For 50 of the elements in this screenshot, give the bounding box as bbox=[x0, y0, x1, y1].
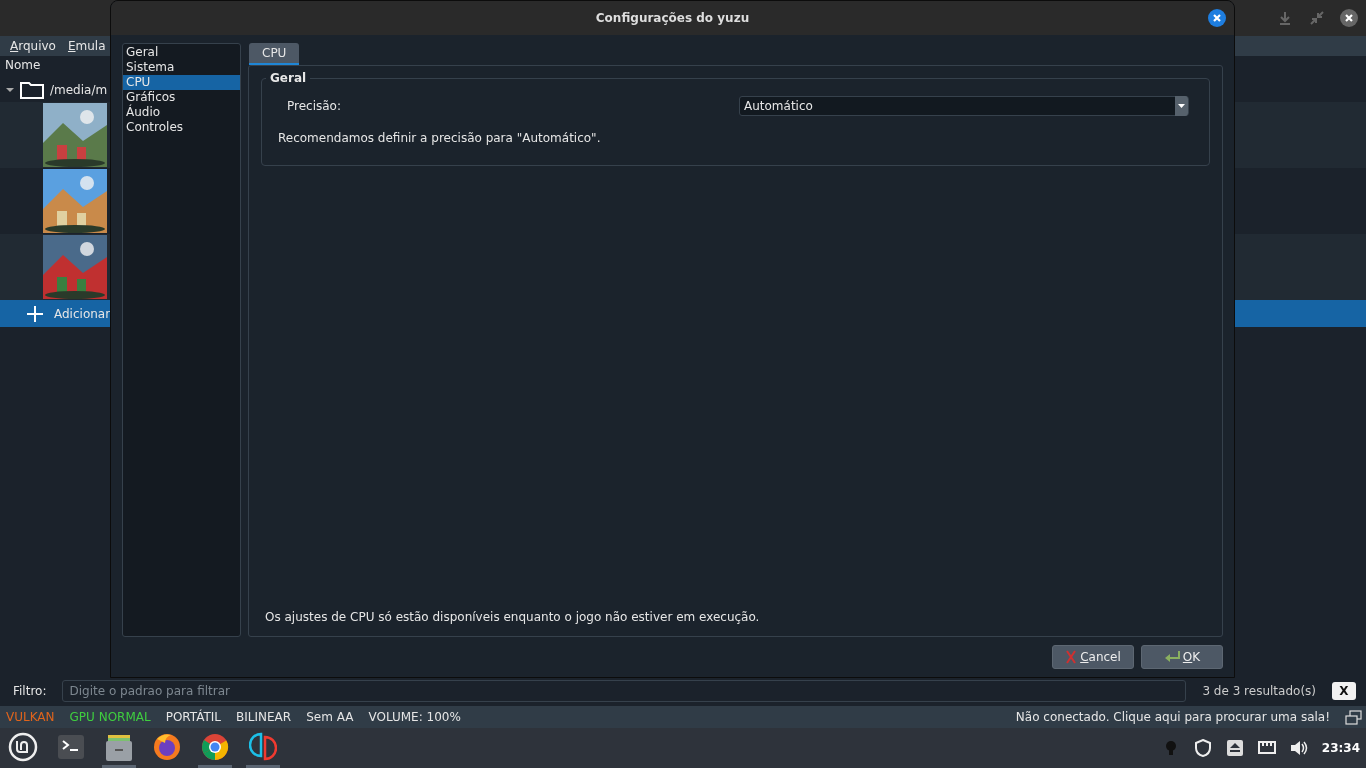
cross-icon bbox=[1065, 650, 1078, 664]
sidebar-item[interactable]: Áudio bbox=[123, 105, 240, 120]
status-item[interactable]: BILINEAR bbox=[236, 710, 292, 724]
terminal-icon[interactable] bbox=[57, 732, 85, 761]
split-circle-icon[interactable] bbox=[249, 731, 277, 762]
shrink-icon[interactable] bbox=[1308, 9, 1326, 27]
caret-icon[interactable] bbox=[6, 86, 14, 94]
browser-globe-icon[interactable] bbox=[153, 732, 181, 761]
cancel-button[interactable]: Cancel bbox=[1052, 645, 1134, 669]
filter-label: Filtro: bbox=[13, 684, 47, 698]
status-item[interactable]: PORTÁTIL bbox=[165, 710, 222, 724]
field-label: Precisão: bbox=[287, 99, 341, 113]
column-header[interactable]: Nome bbox=[5, 58, 41, 72]
precision-dropdown[interactable]: Automático bbox=[739, 96, 1189, 116]
sidebar-item[interactable]: Sistema bbox=[123, 60, 240, 75]
folder-icon bbox=[20, 81, 44, 99]
status-item[interactable]: GPU NORMAL bbox=[69, 710, 151, 724]
menu-item[interactable]: Emula bbox=[67, 39, 106, 53]
sidebar-item[interactable]: CPU bbox=[123, 75, 240, 90]
status-item[interactable]: VOLUME: 100% bbox=[368, 710, 461, 724]
group-title: Geral bbox=[266, 71, 311, 85]
volume-icon[interactable] bbox=[1289, 739, 1308, 757]
close-icon[interactable] bbox=[1340, 9, 1358, 27]
shield-icon[interactable] bbox=[1193, 739, 1212, 757]
sidebar-item[interactable]: Controles bbox=[123, 120, 240, 135]
ok-button[interactable]: OK bbox=[1141, 645, 1223, 669]
sidebar-item[interactable]: Geral bbox=[123, 45, 240, 60]
menu-item[interactable]: Arquivo bbox=[10, 39, 56, 53]
plus-icon bbox=[26, 304, 44, 323]
multiplayer-icon[interactable] bbox=[1345, 708, 1362, 726]
status-item[interactable]: Sem AA bbox=[306, 710, 354, 724]
window-title: Configurações do yuzu bbox=[595, 11, 750, 25]
tab[interactable]: CPU bbox=[249, 43, 300, 65]
sidebar-item[interactable]: Gráficos bbox=[123, 90, 240, 105]
clear-button[interactable]: X bbox=[1332, 682, 1356, 700]
filter-field[interactable]: Digite o padrao para filtrar bbox=[62, 680, 1187, 702]
chrome-icon[interactable] bbox=[201, 732, 229, 761]
folder-label[interactable]: /media/m bbox=[50, 83, 108, 97]
result-count: 3 de 3 resultado(s) bbox=[1202, 684, 1316, 698]
network-icon[interactable] bbox=[1257, 739, 1276, 757]
close-icon[interactable] bbox=[1208, 9, 1226, 27]
mint-logo-icon[interactable] bbox=[8, 731, 38, 762]
file-cabinet-icon[interactable] bbox=[105, 732, 133, 761]
caret-icon bbox=[1178, 104, 1185, 108]
room-status[interactable]: Não conectado. Clique aqui para procurar uma sala! bbox=[1015, 710, 1330, 724]
return-arrow-icon bbox=[1163, 650, 1180, 664]
clock[interactable]: 23:34 bbox=[1321, 741, 1360, 755]
hint-text: Recomendamos definir a precisão para "Automático". bbox=[278, 131, 602, 145]
note-text: Os ajustes de CPU só estão disponíveis enquanto o jogo não estiver em execução. bbox=[264, 610, 761, 624]
eject-icon[interactable] bbox=[1225, 739, 1244, 757]
